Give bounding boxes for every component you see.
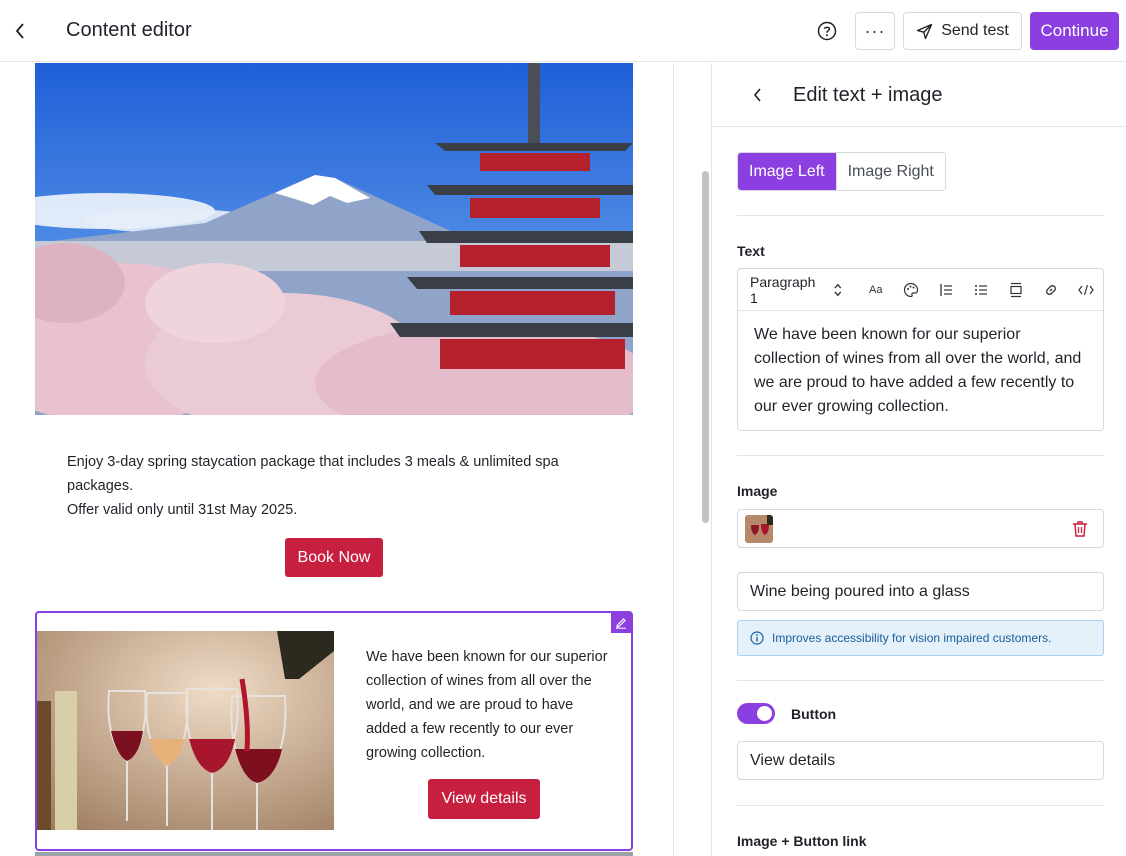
book-now-button[interactable]: Book Now [285, 538, 383, 577]
button-toggle[interactable] [737, 703, 775, 724]
section-divider [737, 680, 1104, 681]
pencil-icon [616, 618, 626, 629]
send-test-label: Send test [941, 22, 1009, 39]
section-divider [737, 805, 1104, 806]
edit-block-button[interactable] [611, 613, 631, 633]
image-picker[interactable] [737, 509, 1104, 548]
send-icon [916, 23, 933, 39]
palette-icon[interactable] [893, 278, 928, 302]
trash-icon [1073, 521, 1087, 537]
layout-image-right[interactable]: Image Right [835, 153, 945, 190]
section-divider [737, 455, 1104, 456]
accessibility-info: Improves accessibility for vision impair… [737, 620, 1104, 656]
panel-header: Edit text + image [713, 63, 1126, 127]
editor-toolbar: Paragraph 1 Aa [738, 269, 1103, 311]
block-text: We have been known for our superior coll… [366, 649, 608, 761]
editor-text-content[interactable]: We have been known for our superior coll… [738, 311, 1103, 431]
panel-title: Edit text + image [793, 84, 943, 106]
help-icon [817, 21, 837, 41]
selected-text-image-block[interactable]: We have been known for our superior coll… [35, 611, 633, 851]
next-block-preview [35, 852, 633, 856]
edit-panel: Edit text + image Image Left Image Right… [713, 63, 1126, 856]
hero-image[interactable] [35, 63, 633, 415]
back-button[interactable] [8, 18, 32, 44]
more-options-button[interactable]: ··· [855, 12, 895, 50]
button-text-input[interactable]: View details [737, 741, 1104, 780]
align-icon[interactable] [998, 278, 1033, 302]
canvas-divider [673, 63, 674, 856]
top-bar: Content editor ··· Send test Continue [0, 0, 1126, 62]
button-toggle-row: Button [737, 703, 836, 724]
rich-text-editor: Paragraph 1 Aa We have been known for ou… [737, 268, 1104, 431]
code-icon[interactable] [1068, 278, 1103, 302]
wine-image[interactable] [37, 631, 334, 830]
email-canvas: Enjoy 3-day spring staycation package th… [0, 63, 712, 856]
delete-image-button[interactable] [1071, 519, 1089, 539]
link-icon[interactable] [1033, 278, 1068, 302]
accessibility-info-text: Improves accessibility for vision impair… [772, 631, 1052, 645]
text-section-label: Text [737, 243, 765, 259]
send-test-button[interactable]: Send test [903, 12, 1022, 50]
panel-back-button[interactable] [747, 83, 767, 107]
layout-image-left[interactable]: Image Left [738, 153, 836, 190]
chevron-left-icon [15, 23, 24, 39]
layout-toggle: Image Left Image Right [737, 152, 946, 191]
continue-button[interactable]: Continue [1030, 12, 1119, 50]
image-thumbnail [745, 515, 773, 543]
font-size-icon[interactable]: Aa [858, 278, 893, 302]
chevron-left-icon [753, 88, 761, 102]
canvas-scrollbar[interactable] [702, 171, 709, 523]
section-divider [737, 215, 1104, 216]
image-section-label: Image [737, 483, 778, 499]
bullet-list-icon[interactable] [963, 278, 998, 302]
view-details-button[interactable]: View details [428, 779, 540, 819]
mountain-pagoda-image [35, 63, 633, 415]
wine-glasses-image [37, 631, 334, 830]
paragraph-style-select[interactable]: Paragraph 1 [750, 274, 842, 306]
promo-text: Enjoy 3-day spring staycation package th… [67, 450, 587, 522]
help-button[interactable] [815, 19, 839, 43]
up-down-arrows-icon [834, 283, 841, 296]
button-toggle-label: Button [791, 705, 837, 722]
paragraph-style-value: Paragraph 1 [750, 273, 816, 306]
ordered-list-icon[interactable] [928, 278, 963, 302]
link-section-label: Image + Button link [737, 833, 867, 849]
promo-text-line: Offer valid only until 31st May 2025. [67, 502, 298, 518]
page-title: Content editor [66, 19, 192, 41]
promo-text-line: Enjoy 3-day spring staycation package th… [67, 454, 559, 494]
info-icon [750, 631, 764, 645]
alt-text-input[interactable]: Wine being poured into a glass [737, 572, 1104, 611]
